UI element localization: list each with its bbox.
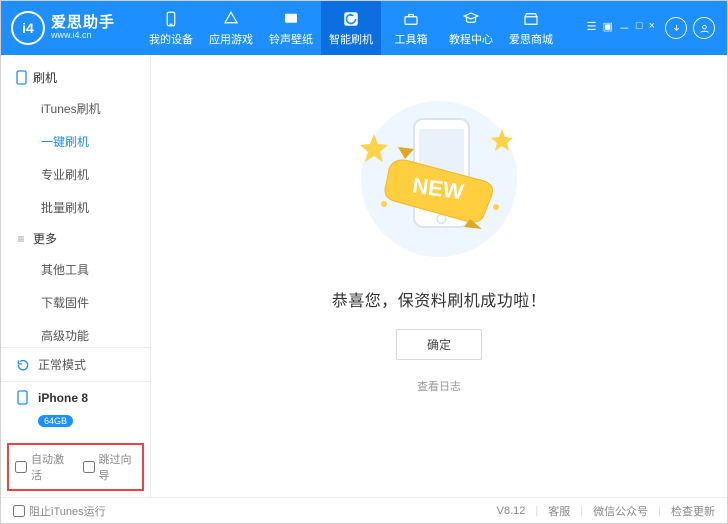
ok-button[interactable]: 确定 [396,329,482,360]
toolbox-icon [402,10,420,28]
top-nav: 我的设备 应用游戏 铃声壁纸 智能刷机 工具箱 教程中心 [141,1,561,55]
support-link[interactable]: 客服 [548,503,570,519]
sidebar-item-advanced[interactable]: 高级功能 [1,319,150,347]
brand-url: www.i4.cn [51,31,115,41]
brand-name: 爱思助手 [51,15,115,32]
brand-text: 爱思助手 www.i4.cn [51,15,115,41]
auto-activate-checkbox[interactable]: 自动激活 [15,451,69,483]
view-log-link[interactable]: 查看日志 [417,378,461,394]
sidebar-bottom: 正常模式 iPhone 8 64GB 自动激活 跳过向导 [1,347,150,497]
nav-apps[interactable]: 应用游戏 [201,1,261,55]
hamburger-icon: ≡ [15,232,27,246]
sidebar: 刷机 iTunes刷机 一键刷机 专业刷机 批量刷机 ≡ 更多 其他工具 下载固… [1,55,151,497]
footer: 阻止iTunes运行 V8.12 | 客服 | 微信公众号 | 检查更新 [1,497,727,523]
sidebar-group-more[interactable]: ≡ 更多 [1,224,150,253]
check-update-link[interactable]: 检查更新 [671,503,715,519]
skin-icon[interactable]: ▣ [603,20,613,36]
device-row[interactable]: iPhone 8 64GB [1,381,150,441]
skip-guide-checkbox[interactable]: 跳过向导 [83,451,137,483]
sidebar-item-itunes[interactable]: iTunes刷机 [1,92,150,125]
menu-icon[interactable]: ☰ [587,20,597,36]
success-message: 恭喜您，保资料刷机成功啦！ [332,287,547,311]
device-small-icon [15,390,30,405]
nav-flash[interactable]: 智能刷机 [321,1,381,55]
refresh-icon [15,357,30,372]
minimize-icon[interactable]: － [619,20,630,36]
mode-row[interactable]: 正常模式 [1,348,150,381]
window-mini-controls: ☰ ▣ － □ × [587,20,655,36]
sidebar-item-pro[interactable]: 专业刷机 [1,158,150,191]
phone-icon [15,71,27,85]
sidebar-group-flash[interactable]: 刷机 [1,63,150,92]
version-label: V8.12 [497,505,526,517]
body: 刷机 iTunes刷机 一键刷机 专业刷机 批量刷机 ≡ 更多 其他工具 下载固… [1,55,727,497]
sidebar-item-othertools[interactable]: 其他工具 [1,253,150,286]
apps-icon [222,10,240,28]
header: i4 爱思助手 www.i4.cn 我的设备 应用游戏 铃声壁纸 智能刷机 [1,1,727,55]
maximize-icon[interactable]: □ [636,20,643,36]
wechat-link[interactable]: 微信公众号 [593,503,648,519]
download-icon[interactable] [665,17,687,39]
nav-tutorial[interactable]: 教程中心 [441,1,501,55]
nav-store[interactable]: 爱思商城 [501,1,561,55]
storage-badge: 64GB [38,415,73,427]
success-illustration: NEW [334,89,544,269]
main-content: NEW 恭喜您，保资料刷机成功啦！ 确定 查看日志 [151,55,727,497]
user-icon[interactable] [693,17,715,39]
nav-toolbox[interactable]: 工具箱 [381,1,441,55]
block-itunes-checkbox[interactable]: 阻止iTunes运行 [13,503,106,519]
device-icon [162,10,180,28]
store-icon [522,10,540,28]
media-icon [282,10,300,28]
close-icon[interactable]: × [649,20,655,36]
logo-icon: i4 [11,11,45,45]
brand-logo: i4 爱思助手 www.i4.cn [11,11,141,45]
header-controls: ☰ ▣ － □ × [587,17,721,39]
option-highlight-box: 自动激活 跳过向导 [7,443,144,491]
sidebar-item-batch[interactable]: 批量刷机 [1,191,150,224]
sidebar-item-oneclick[interactable]: 一键刷机 [1,125,150,158]
flash-icon [342,10,360,28]
tutorial-icon [462,10,480,28]
sidebar-item-download-fw[interactable]: 下载固件 [1,286,150,319]
app-window: i4 爱思助手 www.i4.cn 我的设备 应用游戏 铃声壁纸 智能刷机 [0,0,728,524]
nav-my-device[interactable]: 我的设备 [141,1,201,55]
nav-media[interactable]: 铃声壁纸 [261,1,321,55]
